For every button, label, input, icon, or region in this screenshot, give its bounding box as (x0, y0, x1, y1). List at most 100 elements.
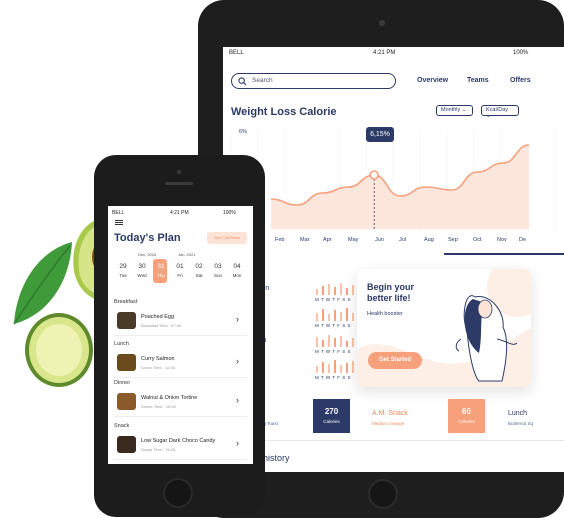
x-tick-label: Aug (424, 237, 434, 243)
activity-bar (322, 362, 324, 373)
divider (114, 377, 247, 378)
monthly-select-label: Monthly (441, 107, 461, 113)
monthly-select[interactable]: Monthly ⌄ (436, 105, 473, 116)
page-title: Today's Plan (114, 232, 181, 244)
activity-bar (334, 310, 336, 321)
weekday-labels: MTWTFSS (315, 349, 353, 354)
activity-bar (316, 313, 318, 321)
see-full-plans-button[interactable]: See Full Plans (207, 232, 247, 244)
month-label: Dec, 2020 (138, 252, 157, 257)
food-name: Curry Salmon (141, 356, 175, 362)
phone-home-button[interactable] (163, 478, 193, 508)
phone-speaker (165, 182, 193, 185)
avocado-slice-illustration (25, 313, 93, 387)
day-number[interactable]: 01 (173, 263, 187, 270)
x-tick-label: Sep (448, 237, 458, 243)
x-tick-label: Apr (323, 237, 332, 243)
search-placeholder: Search (252, 77, 273, 84)
promo-card: Begin your better life! Health booster G… (357, 269, 531, 387)
x-tick-label: Jun (375, 237, 384, 243)
menu-icon[interactable] (115, 219, 123, 226)
day-number[interactable]: 04 (230, 263, 244, 270)
calorie-box: 60 Calories (448, 399, 485, 433)
meal-sub: Medium Orange (372, 421, 405, 426)
meal-time: Lunch Time : 12.00 (141, 365, 176, 370)
day-number[interactable]: 31 (154, 263, 168, 270)
weekday-labels: MTWTFSS (315, 323, 353, 328)
section-label: Snack (114, 423, 130, 429)
phone-screen: BELL 4:21 PM 100% Today's Plan See Full … (108, 206, 253, 464)
search-input[interactable]: Search (231, 73, 396, 89)
activity-bar (316, 337, 318, 347)
nav-offers[interactable]: Offers (510, 77, 531, 84)
calorie-label: Calories (323, 419, 340, 424)
food-thumbnail (117, 436, 136, 453)
tablet-camera (379, 20, 385, 26)
divider (114, 335, 247, 336)
activity-bar (334, 338, 336, 347)
activity-bar (346, 363, 348, 373)
day-weekday: Sun (213, 273, 222, 278)
meal-time: Breakfast Time : 07.45 (141, 323, 182, 328)
calorie-label: Calories (458, 419, 475, 424)
x-tick-label: De (519, 237, 527, 243)
day-weekday: Fri (177, 273, 183, 278)
carrier-label: BELL (112, 210, 125, 216)
food-name: Poached Egg (141, 314, 175, 320)
search-icon (238, 77, 247, 86)
month-label: Jan, 2021 (178, 252, 196, 257)
activity-bar (352, 285, 354, 295)
activity-bar (322, 309, 324, 321)
kcal-select[interactable]: Kcal/Day ⌄ (481, 105, 519, 119)
activity-bar (322, 286, 324, 295)
nav-teams[interactable]: Teams (467, 77, 489, 84)
day-number[interactable]: 02 (192, 263, 206, 270)
activity-bar (316, 366, 318, 373)
phone-camera (177, 170, 181, 174)
weekday-labels: MTWTFSS (315, 297, 353, 302)
food-name: Walnut & Onion Tortine (141, 395, 198, 401)
day-number[interactable]: 03 (211, 263, 225, 270)
meal-label: A.M. Snack (372, 410, 408, 417)
promo-subtitle: Health booster (367, 311, 403, 317)
tablet-home-button[interactable] (368, 479, 398, 509)
carrier-label: BELL (229, 50, 244, 56)
get-started-button[interactable]: Get Started (368, 352, 422, 369)
activity-bar (346, 308, 348, 321)
chevron-right-icon[interactable]: › (236, 438, 239, 448)
kcal-select-label: Kcal/Day (486, 107, 509, 113)
x-tick-label: Oct (473, 237, 482, 243)
weekday-labels: MTWTFSS (315, 375, 353, 380)
activity-bar (340, 283, 342, 295)
chart-title: Weight Loss Calorie (231, 106, 337, 118)
tablet-screen: BELL 4:21 PM 100% Search Overview Teams … (223, 47, 564, 472)
nav-overview[interactable]: Overview (417, 77, 448, 84)
x-tick-label: Mar (300, 237, 310, 243)
chart-area (271, 145, 529, 229)
meal-sub: Butternut Sq (508, 421, 534, 426)
clock: 4:21 PM (170, 210, 189, 216)
chart-tooltip: 6,15% (366, 127, 394, 142)
chevron-right-icon[interactable]: › (236, 356, 239, 366)
section-label: Lunch (114, 341, 129, 347)
activity-bar (352, 338, 354, 347)
activity-bar (334, 287, 336, 295)
food-thumbnail (117, 312, 136, 329)
meal-time: Snack Time : 16.00 (141, 447, 176, 452)
chart-active-underline (444, 253, 564, 255)
activity-bar (346, 288, 348, 295)
chevron-right-icon[interactable]: › (236, 395, 239, 405)
divider (114, 459, 247, 460)
day-number[interactable]: 29 (116, 263, 130, 270)
clock: 4:21 PM (373, 50, 396, 56)
day-number[interactable]: 30 (135, 263, 149, 270)
calorie-box: 270 Calories (313, 399, 350, 433)
food-thumbnail (117, 354, 136, 371)
activity-bar (328, 335, 330, 347)
meal-label: Lunch (508, 410, 528, 417)
calorie-value: 60 (462, 407, 471, 416)
activity-bar (316, 289, 318, 295)
day-weekday: Wed (137, 273, 147, 278)
day-weekday: Sat (195, 273, 203, 278)
chevron-right-icon[interactable]: › (236, 314, 239, 324)
